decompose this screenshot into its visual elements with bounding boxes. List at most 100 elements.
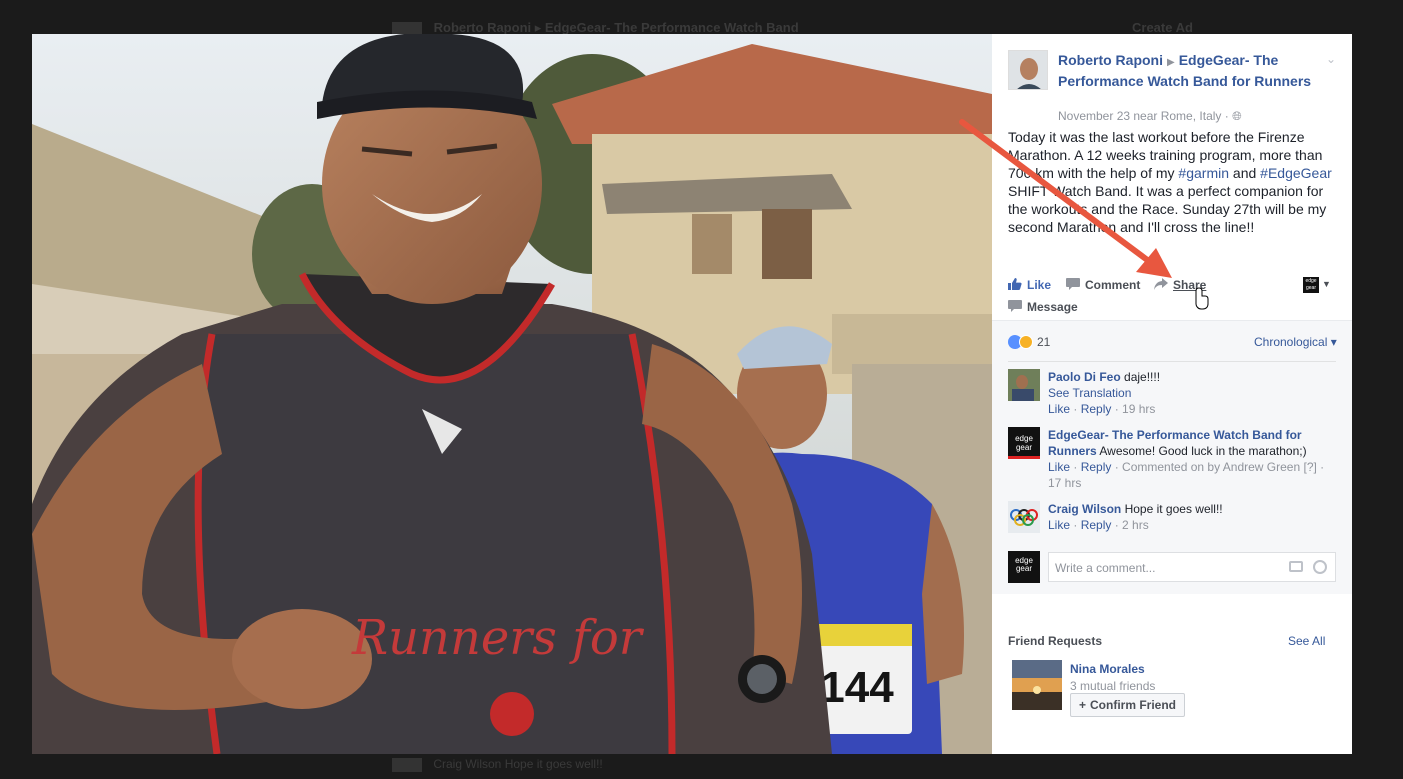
comment-body: Craig Wilson Hope it goes well!! Like · … (1048, 501, 1338, 533)
comment-actions: Like · Reply · 19 hrs (1048, 402, 1156, 416)
post-action-bar: Like Comment Share Message edge gear ▼ (1008, 274, 1338, 326)
comment-reply-link[interactable]: Reply (1081, 402, 1112, 416)
comment-content: Craig Wilson Hope it goes well!! (1048, 501, 1338, 517)
caret-down-icon: ▼ (1322, 279, 1331, 289)
commenter-avatar-image (1008, 501, 1040, 533)
post-as-selector[interactable]: edge gear ▼ (1303, 277, 1337, 293)
comment-input-placeholder: Write a comment... (1055, 561, 1156, 575)
comment-reply-link[interactable]: Reply (1081, 460, 1112, 474)
see-translation-link[interactable]: See Translation (1048, 386, 1131, 400)
share-button[interactable]: Share (1154, 278, 1206, 292)
message-button[interactable]: Message (1008, 300, 1078, 314)
globe-icon: 🌐︎ (1232, 109, 1242, 123)
message-bubble-icon (1008, 300, 1022, 312)
friend-requests-panel: Friend Requests See All Nina Morales 3 m… (1008, 634, 1338, 717)
meta-separator: · (1224, 109, 1233, 123)
background-comment-text: Craig Wilson Hope it goes well!! (433, 757, 603, 771)
commenter-avatar[interactable] (1008, 369, 1040, 401)
comment-label: Comment (1085, 278, 1141, 292)
add-person-icon: + (1079, 698, 1087, 712)
comments-section: 21 Chronological ▾ Paolo Di Feo daje!!!!… (992, 320, 1352, 594)
race-bib-number: 144 (820, 663, 894, 712)
photo-theater: 144 Runners for Roberto Raponi ▶ EdgeGea… (32, 34, 1352, 754)
commented-by-text: Commented on by Andrew Green (1122, 460, 1301, 474)
mutual-friends-link[interactable]: 3 mutual friends (1070, 679, 1155, 693)
comment-actions: Like · Reply · Commented on by Andrew Gr… (1048, 460, 1325, 490)
emoji-icon[interactable] (1313, 560, 1327, 574)
hashtag-edgegear-link[interactable]: #EdgeGear (1260, 165, 1332, 181)
hashtag-garmin-link[interactable]: #garmin (1178, 165, 1229, 181)
sunset-avatar-image (1012, 660, 1062, 710)
comment-sort-label: Chronological (1254, 335, 1328, 349)
post-meta: November 23 near Rome, Italy · 🌐︎ (1058, 109, 1242, 124)
camera-icon[interactable] (1289, 561, 1303, 572)
comment-composer: edge gear Write a comment... (1008, 551, 1338, 583)
author-avatar-image (1009, 51, 1047, 89)
comment-body: Paolo Di Feo daje!!!! See Translation Li… (1048, 369, 1338, 417)
commenter-name-link[interactable]: Paolo Di Feo (1048, 370, 1121, 384)
composer-avatar: edge gear (1008, 551, 1040, 583)
see-all-link[interactable]: See All (1288, 634, 1325, 648)
background-create-ad: Create Ad (1132, 20, 1193, 34)
shirt-print-text: Runners for (351, 610, 645, 666)
comment-time[interactable]: 19 hrs (1122, 402, 1155, 416)
edgegear-avatar-image: edgegear (1008, 427, 1040, 459)
shared-to-arrow-icon: ▶ (1167, 57, 1175, 68)
post-text-and: and (1229, 165, 1261, 181)
comment-reply-link[interactable]: Reply (1081, 518, 1112, 532)
post-message: Today it was the last workout before the… (1008, 128, 1340, 236)
message-label: Message (1027, 300, 1078, 314)
like-label: Like (1027, 278, 1052, 292)
commenter-avatar[interactable] (1008, 501, 1040, 533)
runner-photo-illustration: 144 Runners for (32, 34, 992, 754)
confirm-friend-label: Confirm Friend (1090, 698, 1177, 712)
comment-time[interactable]: 2 hrs (1122, 518, 1149, 532)
background-feed-header: Roberto Raponi ▸ EdgeGear- The Performan… (392, 20, 1352, 34)
reaction-summary[interactable]: 21 (1008, 335, 1050, 349)
commenter-avatar[interactable]: edge gear (1008, 427, 1040, 459)
caret-down-icon: ▾ (1327, 335, 1337, 349)
comment-input[interactable]: Write a comment... (1048, 552, 1336, 582)
help-link[interactable]: [?] (1304, 460, 1317, 474)
photo-sidebar: Roberto Raponi ▶ EdgeGear- The Performance… (992, 34, 1352, 754)
comment-time[interactable]: 17 hrs (1048, 476, 1081, 490)
friend-request-name-link[interactable]: Nina Morales (1070, 662, 1145, 676)
comment-button[interactable]: Comment (1066, 278, 1140, 292)
comment-sort-dropdown[interactable]: Chronological ▾ (1254, 335, 1337, 349)
comment-content: EdgeGear- The Performance Watch Band for… (1048, 427, 1338, 459)
post-options-chevron-icon[interactable]: ⌄ (1326, 52, 1336, 66)
post-date-link[interactable]: November 23 near Rome, Italy (1058, 109, 1221, 123)
author-name-link[interactable]: Roberto Raponi (1058, 52, 1163, 68)
comment-content: Paolo Di Feo daje!!!! (1048, 369, 1338, 385)
background-feed-comment: Craig Wilson Hope it goes well!! (392, 757, 792, 775)
comment-text: Awesome! Good luck in the marathon;) (1099, 444, 1307, 458)
comment-text: Hope it goes well!! (1124, 502, 1223, 516)
like-button[interactable]: Like (1008, 278, 1051, 292)
thumbs-up-icon (1008, 278, 1022, 290)
share-label: Share (1173, 278, 1207, 292)
comment-like-link[interactable]: Like (1048, 460, 1070, 474)
commenter-name-link[interactable]: Craig Wilson (1048, 502, 1121, 516)
svg-text:gear: gear (1016, 443, 1032, 452)
comment-bubble-icon (1066, 278, 1080, 290)
comment-text: daje!!!! (1124, 370, 1161, 384)
reaction-count: 21 (1037, 335, 1051, 349)
share-arrow-icon (1154, 278, 1168, 290)
background-feed-title: Roberto Raponi ▸ EdgeGear- The Performan… (433, 20, 799, 34)
post-text-part-2: SHIFT Watch Band. It was a perfect compa… (1008, 183, 1327, 235)
edgegear-logo-icon: edge gear (1303, 277, 1319, 293)
author-avatar[interactable] (1008, 50, 1048, 90)
divider (1008, 361, 1336, 362)
commenter-avatar-image (1008, 369, 1040, 401)
comment-body: EdgeGear- The Performance Watch Band for… (1048, 427, 1338, 491)
comment-like-link[interactable]: Like (1048, 518, 1070, 532)
confirm-friend-button[interactable]: + Confirm Friend (1070, 693, 1186, 717)
comment-like-link[interactable]: Like (1048, 402, 1070, 416)
post-author-line: Roberto Raponi ▶ EdgeGear- The Performance… (1058, 51, 1318, 91)
post-photo[interactable]: 144 Runners for (32, 34, 992, 754)
comment-actions: Like · Reply · 2 hrs (1048, 518, 1149, 532)
background-avatar (392, 21, 422, 34)
friend-request-avatar[interactable] (1012, 660, 1062, 710)
wow-reaction-icon (1019, 335, 1033, 349)
background-avatar (392, 757, 422, 772)
